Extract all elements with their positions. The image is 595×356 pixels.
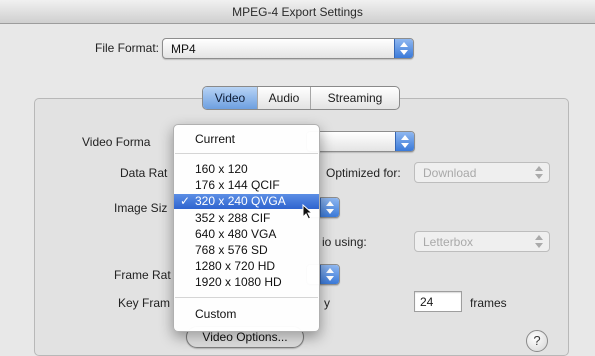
menu-item-current[interactable]: Current — [174, 132, 319, 147]
tab-audio[interactable]: Audio — [258, 87, 311, 109]
menu-item-1920x1080[interactable]: 1920 x 1080 HD — [174, 275, 319, 290]
menu-item-352x288[interactable]: 352 x 288 CIF — [174, 211, 319, 226]
popup-arrows-icon — [394, 39, 413, 58]
menu-item-label: Custom — [195, 307, 237, 321]
file-format-popup[interactable]: MP4 — [162, 38, 414, 59]
key-frame-value: 24 — [420, 295, 434, 309]
video-format-label: Video Forma — [82, 135, 151, 149]
menu-item-label: 768 x 576 SD — [195, 243, 268, 257]
window-title: MPEG-4 Export Settings — [232, 5, 363, 19]
menu-separator — [175, 297, 318, 298]
image-size-menu: Current 160 x 120 176 x 144 QCIF ✓ 320 x… — [173, 124, 320, 332]
menu-item-160x120[interactable]: 160 x 120 — [174, 162, 319, 177]
menu-item-label: 1920 x 1080 HD — [195, 275, 282, 289]
optimized-for-label: Optimized for: — [326, 166, 401, 180]
popup-arrows-icon — [530, 232, 549, 251]
menu-item-label: Current — [195, 132, 236, 146]
menu-item-label: 1280 x 720 HD — [195, 259, 276, 273]
mouse-pointer-icon — [302, 204, 314, 220]
key-frame-suffix: y — [324, 296, 330, 310]
preserve-aspect-value: Letterbox — [423, 235, 474, 249]
menu-item-320x240[interactable]: ✓ 320 x 240 QVGA — [174, 194, 319, 209]
optimized-for-popup[interactable]: Download — [414, 162, 550, 183]
key-frame-units: frames — [470, 296, 507, 310]
menu-item-1280x720[interactable]: 1280 x 720 HD — [174, 259, 319, 274]
checkmark-icon: ✓ — [180, 194, 191, 208]
menu-separator — [175, 153, 318, 154]
menu-item-176x144[interactable]: 176 x 144 QCIF — [174, 178, 319, 193]
tab-video[interactable]: Video — [203, 87, 258, 109]
data-rate-label: Data Rat — [120, 166, 168, 180]
menu-item-label: 176 x 144 QCIF — [195, 178, 280, 192]
tab-bar: Video Audio Streaming — [202, 86, 400, 110]
menu-item-label: 640 x 480 VGA — [195, 227, 277, 241]
help-button[interactable]: ? — [526, 330, 548, 352]
popup-arrows-icon — [320, 198, 339, 217]
video-format-popup[interactable] — [306, 131, 415, 152]
menu-item-768x576[interactable]: 768 x 576 SD — [174, 243, 319, 258]
tab-streaming[interactable]: Streaming — [311, 87, 399, 109]
key-frame-field[interactable]: 24 — [414, 291, 462, 312]
menu-item-label: 320 x 240 QVGA — [195, 194, 286, 208]
popup-arrows-icon — [530, 163, 549, 182]
frame-rate-label: Frame Rat — [114, 268, 171, 282]
menu-item-label: 352 x 288 CIF — [195, 211, 271, 225]
preserve-aspect-label: io using: — [322, 235, 367, 249]
menu-item-label: 160 x 120 — [195, 162, 248, 176]
popup-arrows-icon — [320, 265, 339, 284]
preserve-aspect-popup[interactable]: Letterbox — [414, 231, 550, 252]
title-bar: MPEG-4 Export Settings — [0, 0, 595, 24]
key-frame-label: Key Fram — [118, 296, 171, 310]
image-size-label: Image Siz — [114, 201, 168, 215]
file-format-value: MP4 — [171, 42, 196, 56]
menu-item-custom[interactable]: Custom — [174, 307, 319, 322]
optimized-for-value: Download — [423, 166, 477, 180]
popup-arrows-icon — [395, 132, 414, 151]
file-format-label: File Format: — [95, 41, 160, 55]
menu-item-640x480[interactable]: 640 x 480 VGA — [174, 227, 319, 242]
